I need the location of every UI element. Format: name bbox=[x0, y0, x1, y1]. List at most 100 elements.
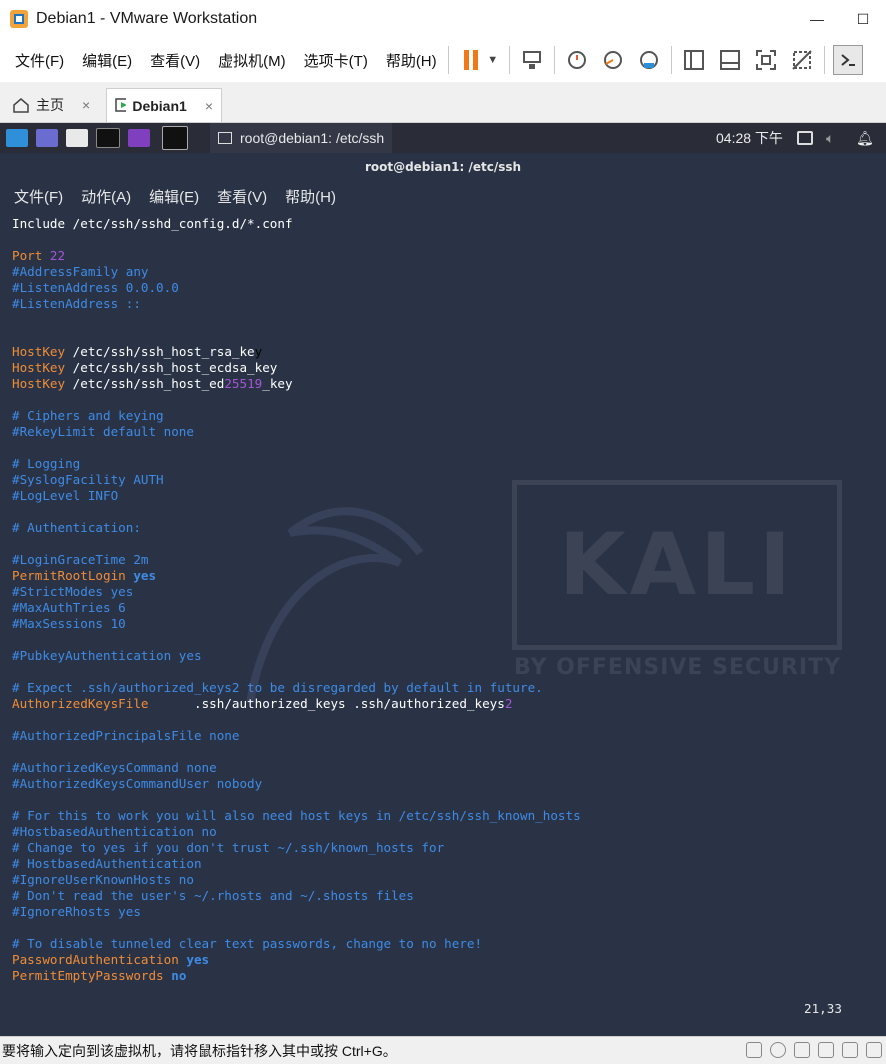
volume-icon[interactable]: 🔈︎ bbox=[826, 130, 834, 147]
unity-mode-icon[interactable] bbox=[788, 46, 816, 74]
toolbar-divider bbox=[553, 46, 555, 74]
config-token: #ListenAddress 0.0.0.0 bbox=[12, 280, 179, 295]
config-line: # Expect .ssh/authorized_keys2 to be dis… bbox=[12, 680, 872, 696]
terminal-menubar: 文件(F) 动作(A) 编辑(E) 查看(V) 帮助(H) bbox=[0, 181, 886, 211]
toolbar-divider bbox=[670, 46, 672, 74]
terminal-menu-help[interactable]: 帮助(H) bbox=[285, 186, 336, 207]
show-desktop-icon[interactable] bbox=[36, 129, 58, 147]
text-cursor: y bbox=[254, 344, 263, 359]
config-line: PasswordAuthentication yes bbox=[12, 952, 872, 968]
config-line: AuthorizedKeysFile .ssh/authorized_keys … bbox=[12, 696, 872, 712]
display-settings-icon[interactable] bbox=[866, 1042, 882, 1058]
screen-recorder-icon[interactable] bbox=[128, 129, 150, 147]
config-token: PermitEmptyPasswords bbox=[12, 968, 172, 983]
config-line: #HostbasedAuthentication no bbox=[12, 824, 872, 840]
config-line bbox=[12, 312, 872, 328]
config-token: #RekeyLimit default none bbox=[12, 424, 194, 439]
config-line: # Logging bbox=[12, 456, 872, 472]
status-bar: 要将输入定向到该虚拟机，请将鼠标指针移入其中或按 Ctrl+G。 bbox=[0, 1036, 886, 1064]
minimize-button[interactable]: — bbox=[794, 0, 840, 38]
thumbnail-view-icon[interactable] bbox=[716, 46, 744, 74]
library-view-icon[interactable] bbox=[680, 46, 708, 74]
tab-home[interactable]: 主页 × bbox=[4, 88, 104, 122]
display-icon[interactable] bbox=[797, 131, 813, 145]
tab-debian1[interactable]: Debian1 × bbox=[106, 88, 222, 122]
menu-file[interactable]: 文件(F) bbox=[15, 50, 64, 71]
config-token: #MaxAuthTries 6 bbox=[12, 600, 126, 615]
config-line: PermitEmptyPasswords no bbox=[12, 968, 872, 984]
config-line: Port 22 bbox=[12, 248, 872, 264]
sound-card-icon[interactable] bbox=[842, 1042, 858, 1058]
config-token: # Change to yes if you don't trust ~/.ss… bbox=[12, 840, 445, 855]
config-line bbox=[12, 744, 872, 760]
config-token: _key bbox=[262, 376, 293, 391]
terminal-menu-edit[interactable]: 编辑(E) bbox=[149, 186, 199, 207]
terminal-text-area[interactable]: Include /etc/ssh/sshd_config.d/*.conf Por… bbox=[12, 216, 872, 984]
config-line: HostKey /etc/ssh/ssh_host_ecdsa_key bbox=[12, 360, 872, 376]
snapshot-icon[interactable] bbox=[563, 46, 591, 74]
config-line: # To disable tunneled clear text passwor… bbox=[12, 936, 872, 952]
network-adapter-icon[interactable] bbox=[794, 1042, 810, 1058]
vm-display[interactable]: KALI BY OFFENSIVE SECURITY root@debian1:… bbox=[0, 123, 886, 1036]
config-token: #StrictModes yes bbox=[12, 584, 134, 599]
tab-home-label: 主页 bbox=[36, 97, 64, 113]
config-token: PermitRootLogin bbox=[12, 568, 134, 583]
window-title: Debian1 - VMware Workstation bbox=[36, 10, 258, 27]
snapshot-manager-icon[interactable] bbox=[635, 46, 663, 74]
terminal-launcher-icon[interactable] bbox=[96, 128, 120, 148]
terminal-menu-action[interactable]: 动作(A) bbox=[81, 186, 131, 207]
usb-icon[interactable] bbox=[818, 1042, 834, 1058]
config-line: # Change to yes if you don't trust ~/.ss… bbox=[12, 840, 872, 856]
config-token: #LoginGraceTime 2m bbox=[12, 552, 149, 567]
notification-bell-icon[interactable]: 🔔︎ bbox=[856, 130, 874, 147]
fullscreen-icon[interactable] bbox=[752, 46, 780, 74]
close-tab-icon[interactable]: × bbox=[82, 97, 90, 113]
menu-view[interactable]: 查看(V) bbox=[150, 50, 200, 71]
hard-disk-icon[interactable] bbox=[746, 1042, 762, 1058]
config-token: yes bbox=[133, 568, 157, 583]
maximize-button[interactable]: ☐ bbox=[840, 0, 886, 38]
menu-edit[interactable]: 编辑(E) bbox=[82, 50, 132, 71]
config-token: #HostbasedAuthentication no bbox=[12, 824, 217, 839]
file-manager-icon[interactable] bbox=[66, 129, 88, 147]
config-line: #LogLevel INFO bbox=[12, 488, 872, 504]
config-line: #IgnoreUserKnownHosts no bbox=[12, 872, 872, 888]
menu-tabs[interactable]: 选项卡(T) bbox=[304, 50, 368, 71]
cd-rom-icon[interactable] bbox=[770, 1042, 786, 1058]
config-token: #PubkeyAuthentication yes bbox=[12, 648, 202, 663]
config-line: # HostbasedAuthentication bbox=[12, 856, 872, 872]
config-line: PermitRootLogin yes bbox=[12, 568, 872, 584]
window-titlebar: Debian1 - VMware Workstation — ☐ bbox=[0, 0, 886, 38]
pause-dropdown-icon[interactable]: ▼ bbox=[485, 46, 501, 74]
workspace-switcher-icon[interactable] bbox=[162, 126, 188, 150]
send-ctrl-alt-del-icon[interactable] bbox=[518, 46, 546, 74]
pause-icon[interactable] bbox=[457, 46, 485, 74]
config-token: 25519 bbox=[224, 376, 263, 391]
config-line: HostKey /etc/ssh/ssh_host_ed25519_key bbox=[12, 376, 872, 392]
terminal-menu-view[interactable]: 查看(V) bbox=[217, 186, 267, 207]
config-token: HostKey bbox=[12, 376, 73, 391]
menu-help[interactable]: 帮助(H) bbox=[386, 50, 437, 71]
config-line: # For this to work you will also need ho… bbox=[12, 808, 872, 824]
toolbar-divider bbox=[823, 46, 825, 74]
guest-clock[interactable]: 04:28 下午 bbox=[716, 128, 783, 148]
revert-snapshot-icon[interactable] bbox=[599, 46, 627, 74]
config-token: # Don't read the user's ~/.rhosts and ~/… bbox=[12, 888, 414, 903]
config-line: # Authentication: bbox=[12, 520, 872, 536]
taskbar-window-button[interactable]: root@debian1: /etc/ssh bbox=[210, 123, 393, 153]
config-token: PasswordAuthentication bbox=[12, 952, 187, 967]
console-view-icon[interactable] bbox=[832, 45, 863, 75]
menu-vm[interactable]: 虚拟机(M) bbox=[218, 50, 286, 71]
config-token: #AddressFamily any bbox=[12, 264, 149, 279]
config-line bbox=[12, 920, 872, 936]
terminal-menu-file[interactable]: 文件(F) bbox=[14, 186, 63, 207]
config-line bbox=[12, 536, 872, 552]
close-tab-icon[interactable]: × bbox=[205, 98, 213, 114]
config-line: #StrictModes yes bbox=[12, 584, 872, 600]
toolbar-divider bbox=[508, 46, 510, 74]
config-line: #IgnoreRhosts yes bbox=[12, 904, 872, 920]
kali-menu-icon[interactable] bbox=[6, 129, 28, 147]
config-line bbox=[12, 664, 872, 680]
config-token: /etc/ssh/ssh_host_rsa_ke bbox=[72, 344, 255, 359]
config-line bbox=[12, 440, 872, 456]
